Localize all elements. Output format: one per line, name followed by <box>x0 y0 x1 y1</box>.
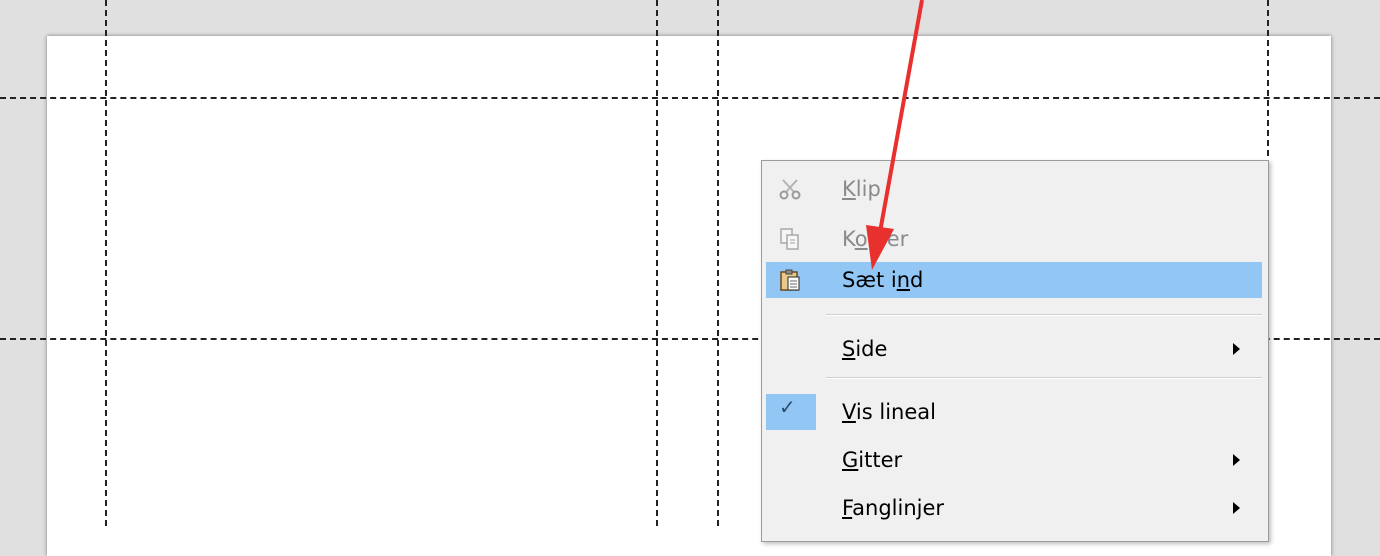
menu-item-label: Vis lineal <box>842 400 936 424</box>
menu-separator <box>826 377 1262 379</box>
menu-item-paste[interactable]: Sæt ind <box>766 262 1262 298</box>
menu-item-label: Gitter <box>842 448 903 472</box>
menu-item-label: Fanglinjer <box>842 496 945 520</box>
submenu-arrow-icon <box>1233 502 1240 514</box>
menu-item-show-ruler[interactable]: ✓ Vis lineal <box>766 394 1262 430</box>
menu-item-grid[interactable]: Gitter <box>766 442 1262 478</box>
menu-item-copy[interactable]: Kopier <box>766 221 1262 257</box>
guide-line-horizontal[interactable] <box>0 97 1380 99</box>
menu-item-cut[interactable]: Klip <box>766 171 1262 207</box>
menu-item-label: Kopier <box>842 227 909 251</box>
checkmark-icon: ✓ <box>779 395 796 419</box>
guide-line-vertical[interactable] <box>105 0 107 526</box>
menu-item-label: Sæt ind <box>842 268 924 292</box>
guide-line-vertical[interactable] <box>656 0 658 526</box>
copy-icon <box>780 228 799 250</box>
guide-line-vertical[interactable] <box>717 0 719 526</box>
submenu-arrow-icon <box>1233 343 1240 355</box>
menu-item-side[interactable]: Side <box>766 331 1262 367</box>
menu-item-snap-lines[interactable]: Fanglinjer <box>766 490 1262 526</box>
scissors-icon <box>779 179 801 200</box>
menu-separator <box>826 314 1262 316</box>
clipboard-icon <box>780 269 800 291</box>
submenu-arrow-icon <box>1233 454 1240 466</box>
menu-item-label: Side <box>842 337 888 361</box>
context-menu: Klip Kopier Sæt ind Side ✓ Vis lineal Gi… <box>761 160 1269 542</box>
menu-item-label: Klip <box>842 177 881 201</box>
checked-indicator: ✓ <box>766 394 816 430</box>
